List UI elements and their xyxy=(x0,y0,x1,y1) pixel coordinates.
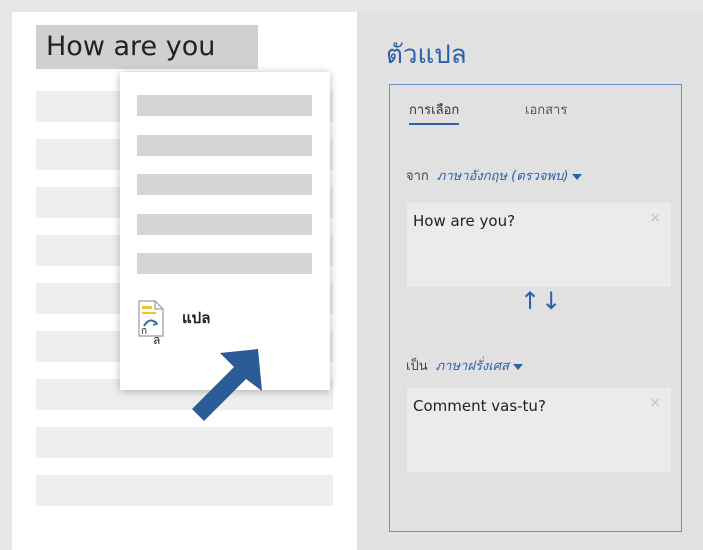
to-language-dropdown[interactable]: ภาษาฝรั่งเศส xyxy=(436,359,509,374)
translate-label: แปล xyxy=(182,309,211,327)
document-line xyxy=(36,427,333,458)
menu-item-placeholder[interactable] xyxy=(137,135,312,156)
chevron-down-icon[interactable] xyxy=(572,173,583,180)
swap-languages-icon[interactable]: ↑↓ xyxy=(520,287,562,315)
translate-menu-item[interactable]: ก ล แปล xyxy=(136,300,276,347)
menu-item-placeholder[interactable] xyxy=(137,95,312,116)
menu-item-placeholder[interactable] xyxy=(137,174,312,195)
translator-pane: ตัวแปล การเลือก เอกสาร จาก ภาษาอังกฤษ (ตร… xyxy=(357,12,703,550)
menu-item-placeholder[interactable] xyxy=(137,253,312,274)
from-language-dropdown[interactable]: ภาษาอังกฤษ (ตรวจพบ) xyxy=(437,169,569,184)
source-text-box[interactable]: How are you? × xyxy=(407,203,671,287)
source-text: How are you? xyxy=(413,212,516,230)
context-menu: ก ล แปล xyxy=(120,72,330,390)
translated-text-box[interactable]: Comment vas-tu? × xyxy=(407,388,671,472)
selected-text[interactable]: How are you xyxy=(36,25,258,69)
pane-title: ตัวแปล xyxy=(386,40,467,70)
from-prefix: จาก xyxy=(406,169,429,184)
translated-text: Comment vas-tu? xyxy=(413,397,546,415)
translate-icon: ก ล xyxy=(136,300,170,347)
svg-text:ล: ล xyxy=(153,333,160,346)
clear-icon[interactable]: × xyxy=(649,210,661,226)
menu-item-placeholder[interactable] xyxy=(137,214,312,235)
tab-document[interactable]: เอกสาร xyxy=(525,99,567,123)
pointer-arrow-icon xyxy=(188,345,270,427)
screenshot-frame: How are you ก ล แปล ตัวแปล การเลือก เอกส… xyxy=(12,12,703,550)
document-page: How are you ก ล แปล xyxy=(12,12,357,550)
to-prefix: เป็น xyxy=(406,359,428,374)
tab-selection[interactable]: การเลือก xyxy=(409,99,460,125)
translator-panel: การเลือก เอกสาร จาก ภาษาอังกฤษ (ตรวจพบ) H… xyxy=(389,84,682,532)
chevron-down-icon[interactable] xyxy=(512,363,523,370)
svg-text:ก: ก xyxy=(141,326,147,337)
document-line xyxy=(36,475,333,506)
from-language-row: จาก ภาษาอังกฤษ (ตรวจพบ) xyxy=(406,165,583,186)
clear-icon[interactable]: × xyxy=(649,395,661,411)
to-language-row: เป็น ภาษาฝรั่งเศส xyxy=(406,355,523,376)
